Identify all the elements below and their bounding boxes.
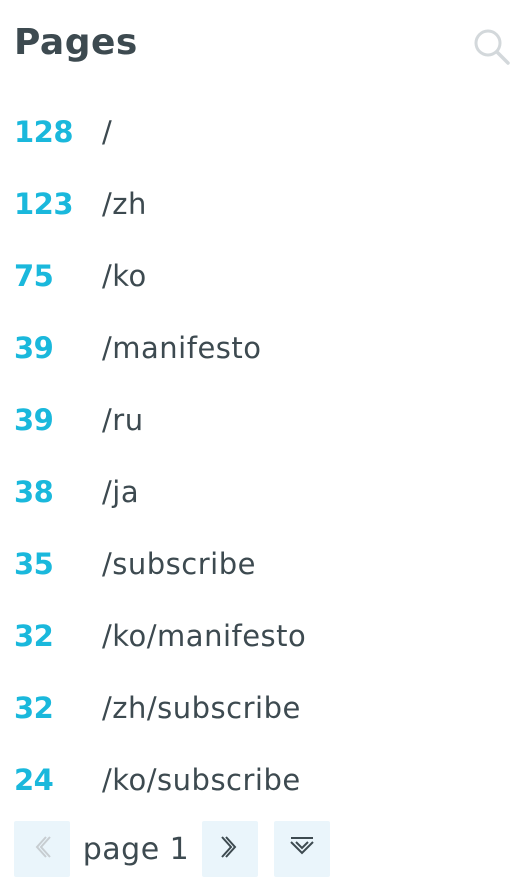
list-item[interactable]: 32 /ko/manifesto xyxy=(0,600,530,672)
expand-down-icon xyxy=(289,835,315,863)
page-path: /ko/subscribe xyxy=(102,763,301,797)
list-item[interactable]: 39 /ru xyxy=(0,384,530,456)
list-item[interactable]: 39 /manifesto xyxy=(0,312,530,384)
pagination: page 1 xyxy=(14,820,330,878)
page-path: /ja xyxy=(102,475,140,509)
list-item[interactable]: 32 /zh/subscribe xyxy=(0,672,530,744)
visit-count: 123 xyxy=(14,187,74,221)
list-item[interactable]: 38 /ja xyxy=(0,456,530,528)
expand-button[interactable] xyxy=(274,821,330,877)
page-path: /zh xyxy=(102,187,147,221)
page-path: /manifesto xyxy=(102,331,262,365)
visit-count: 32 xyxy=(14,691,54,725)
visit-count: 128 xyxy=(14,115,74,149)
next-page-button[interactable] xyxy=(202,821,258,877)
page-path: /subscribe xyxy=(102,547,256,581)
visit-count: 32 xyxy=(14,619,54,653)
pages-list: 128 / 123 /zh 75 /ko 39 /manifesto 39 /r… xyxy=(0,96,530,816)
list-item[interactable]: 123 /zh xyxy=(0,168,530,240)
page-indicator: page 1 xyxy=(82,831,190,867)
list-item[interactable]: 35 /subscribe xyxy=(0,528,530,600)
chevron-right-icon xyxy=(219,834,241,864)
list-item[interactable]: 75 /ko xyxy=(0,240,530,312)
page-path: / xyxy=(102,115,113,149)
page-title: Pages xyxy=(14,22,138,63)
list-item[interactable]: 128 / xyxy=(0,96,530,168)
page-path: /ko xyxy=(102,259,147,293)
list-item[interactable]: 24 /ko/subscribe xyxy=(0,744,530,816)
page-path: /ko/manifesto xyxy=(102,619,307,653)
page-path: /zh/subscribe xyxy=(102,691,301,725)
chevron-left-icon xyxy=(31,834,53,864)
visit-count: 24 xyxy=(14,763,54,797)
prev-page-button[interactable] xyxy=(14,821,70,877)
pages-panel: Pages 128 / 123 /zh 75 /ko 39 /manifesto… xyxy=(0,0,530,894)
visit-count: 39 xyxy=(14,331,54,365)
visit-count: 35 xyxy=(14,547,54,581)
visit-count: 38 xyxy=(14,475,54,509)
visit-count: 75 xyxy=(14,259,54,293)
page-path: /ru xyxy=(102,403,144,437)
search-icon[interactable] xyxy=(472,27,512,67)
visit-count: 39 xyxy=(14,403,54,437)
